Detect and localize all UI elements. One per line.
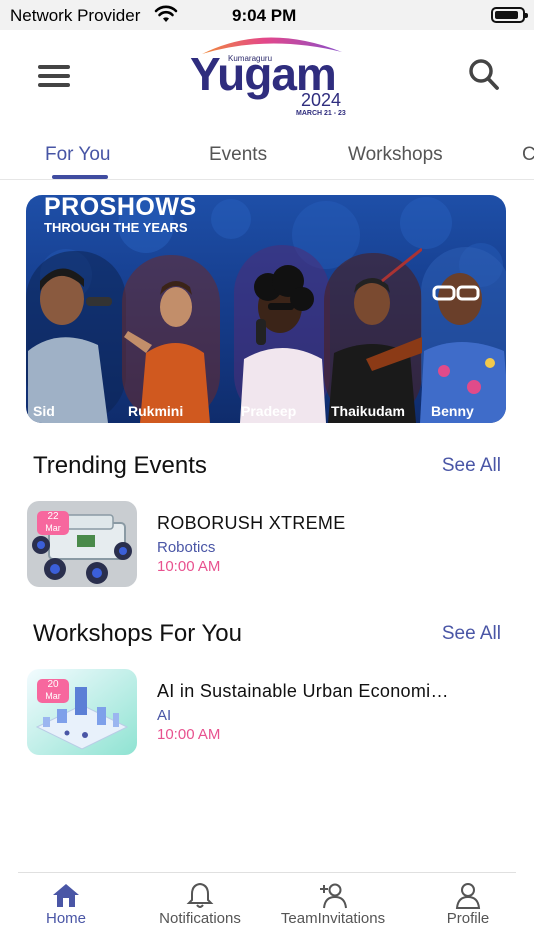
- artist-name-rukmini: Rukmini: [128, 403, 184, 419]
- category-tabs: For You Events Workshops C: [0, 128, 534, 180]
- logo-year: 2024: [301, 90, 342, 110]
- artist-benny-image: [420, 273, 506, 423]
- search-icon[interactable]: [468, 58, 500, 92]
- bell-icon: [186, 882, 214, 908]
- artist-pradeep-image: [240, 265, 326, 423]
- artist-name-benny: Benny: [431, 403, 474, 419]
- tab-active-indicator: [52, 175, 108, 179]
- artist-sid-image: [28, 268, 112, 423]
- workshop-thumbnail: 20 Mar: [27, 669, 137, 755]
- event-card[interactable]: 22 Mar ROBORUSH XTREME Robotics 10:00 AM: [27, 501, 507, 587]
- battery-icon: [491, 7, 528, 23]
- artist-name-sid: Sid: [33, 403, 55, 419]
- carrier-name: Network Provider: [10, 6, 141, 25]
- event-title: ROBORUSH XTREME: [157, 513, 346, 533]
- home-icon: [53, 884, 79, 907]
- nav-notifications-label: Notifications: [159, 910, 241, 927]
- workshop-card[interactable]: 20 Mar AI in Sustainable Urban Economi… …: [27, 669, 507, 755]
- person-icon: [455, 883, 481, 909]
- trending-events-heading: Trending Events: [33, 452, 207, 479]
- workshop-category: AI: [157, 707, 172, 724]
- nav-profile-label: Profile: [446, 910, 490, 927]
- artist-thaikudam-image: [328, 247, 422, 423]
- event-time: 10:00 AM: [157, 558, 221, 575]
- nav-notifications[interactable]: Notifications: [150, 881, 250, 927]
- status-bar: Network Provider 9:04 PM: [0, 0, 534, 30]
- workshop-title: AI in Sustainable Urban Economi…: [157, 681, 449, 701]
- bottom-navigation: Home Notifications TeamInvitations Profi…: [18, 872, 516, 950]
- date-badge: 20 Mar: [37, 679, 69, 703]
- logo-dates: MARCH 21 - 23: [296, 110, 346, 117]
- nav-team-invitations-label: TeamInvitations: [280, 910, 386, 927]
- status-time: 9:04 PM: [232, 6, 297, 25]
- date-month: Mar: [45, 691, 61, 701]
- yugam-logo: Kumaraguru Yugam 2024 MARCH 21 - 23: [188, 30, 348, 122]
- wifi-icon: [154, 5, 178, 22]
- date-day: 22: [47, 511, 59, 522]
- artist-name-thaikudam: Thaikudam: [331, 403, 405, 419]
- artist-rukmini-image: [124, 281, 210, 423]
- nav-team-invitations[interactable]: TeamInvitations: [272, 881, 394, 927]
- event-thumbnail: 22 Mar: [27, 501, 137, 587]
- tab-events[interactable]: Events: [209, 144, 267, 166]
- trending-see-all-link[interactable]: See All: [442, 455, 501, 477]
- nav-home[interactable]: Home: [40, 881, 92, 927]
- nav-home-label: Home: [45, 910, 86, 927]
- tab-workshops[interactable]: Workshops: [348, 144, 443, 166]
- date-month: Mar: [45, 523, 61, 533]
- add-person-icon: [320, 883, 347, 909]
- nav-profile[interactable]: Profile: [438, 881, 498, 927]
- artist-name-pradeep: Pradeep: [241, 403, 297, 419]
- tab-more[interactable]: C: [522, 144, 534, 166]
- banner-title: PROSHOWS: [44, 195, 197, 221]
- battery-level: [495, 11, 518, 19]
- workshops-see-all-link[interactable]: See All: [442, 623, 501, 645]
- workshop-time: 10:00 AM: [157, 726, 221, 743]
- event-category: Robotics: [157, 539, 216, 556]
- hamburger-menu-icon[interactable]: [38, 65, 70, 87]
- banner-subtitle: THROUGH THE YEARS: [44, 220, 188, 235]
- workshops-heading: Workshops For You: [33, 620, 243, 647]
- proshows-banner[interactable]: PROSHOWS THROUGH THE YEARS Sid Rukmini P…: [26, 195, 506, 423]
- tab-for-you[interactable]: For You: [45, 144, 111, 166]
- date-day: 20: [47, 679, 59, 690]
- app-header: Kumaraguru Yugam 2024 MARCH 21 - 23: [0, 30, 534, 128]
- date-badge: 22 Mar: [37, 511, 69, 535]
